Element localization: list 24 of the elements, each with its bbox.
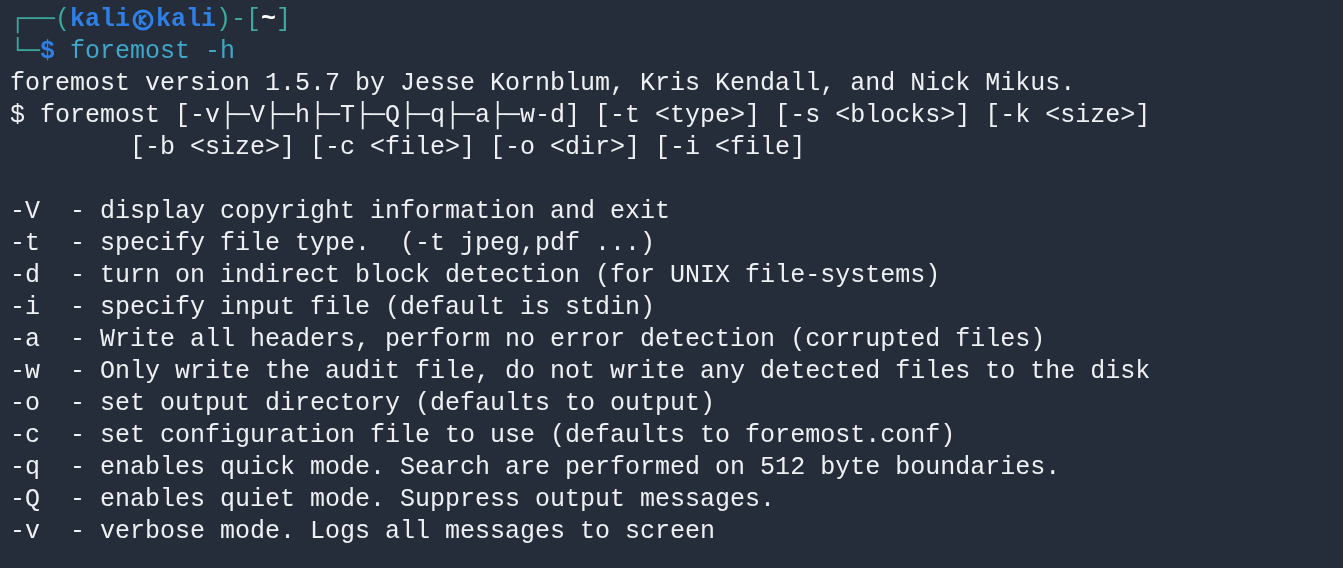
output-line: $ foremost [-v├─V├─h├─T├─Q├─q├─a├─w-d] [-t <type>] [-s <blocks>] [-k <size>] [10, 101, 1151, 130]
prompt-directory: ~ [261, 4, 277, 36]
prompt-user: kali [70, 4, 131, 36]
option-line: -Q - enables quiet mode. Suppress output messages. [10, 485, 776, 514]
option-line: -o - set output directory (defaults to output) [10, 389, 716, 418]
prompt-bracket: )-[ [216, 4, 262, 36]
prompt-corner: └─ [10, 36, 40, 68]
option-line: -q - enables quick mode. Search are performed on 512 byte boundaries. [10, 453, 1061, 482]
output-line: foremost version 1.5.7 by Jesse Kornblum, Kris Kendall, and Nick Mikus. [10, 69, 1076, 98]
output-line: [-b <size>] [-c <file>] [-o <dir>] [-i <file] [129, 133, 806, 162]
separator-icon [132, 9, 155, 31]
prompt-corner: ┌──( [10, 4, 70, 36]
prompt-symbol: $ [40, 36, 56, 68]
option-line: -d - turn on indirect block detection (for UNIX file-systems) [10, 261, 941, 290]
command-text: foremost -h [69, 36, 236, 68]
option-line: -c - set configuration file to use (defaults to foremost.conf) [10, 421, 956, 450]
option-line: -a - Write all headers, perform no error detection (corrupted files) [10, 325, 1046, 354]
option-line: -i - specify input file (default is stdin) [10, 293, 656, 322]
option-line: -v - verbose mode. Logs all messages to screen [10, 517, 716, 546]
prompt-host: kali [156, 4, 217, 36]
option-line: -w - Only write the audit file, do not write any detected files to the disk [10, 357, 1151, 386]
prompt-bracket: ] [276, 4, 292, 36]
option-line: -t - specify file type. (-t jpeg,pdf ...) [10, 229, 656, 258]
option-line: -V - display copyright information and exit [10, 197, 671, 226]
